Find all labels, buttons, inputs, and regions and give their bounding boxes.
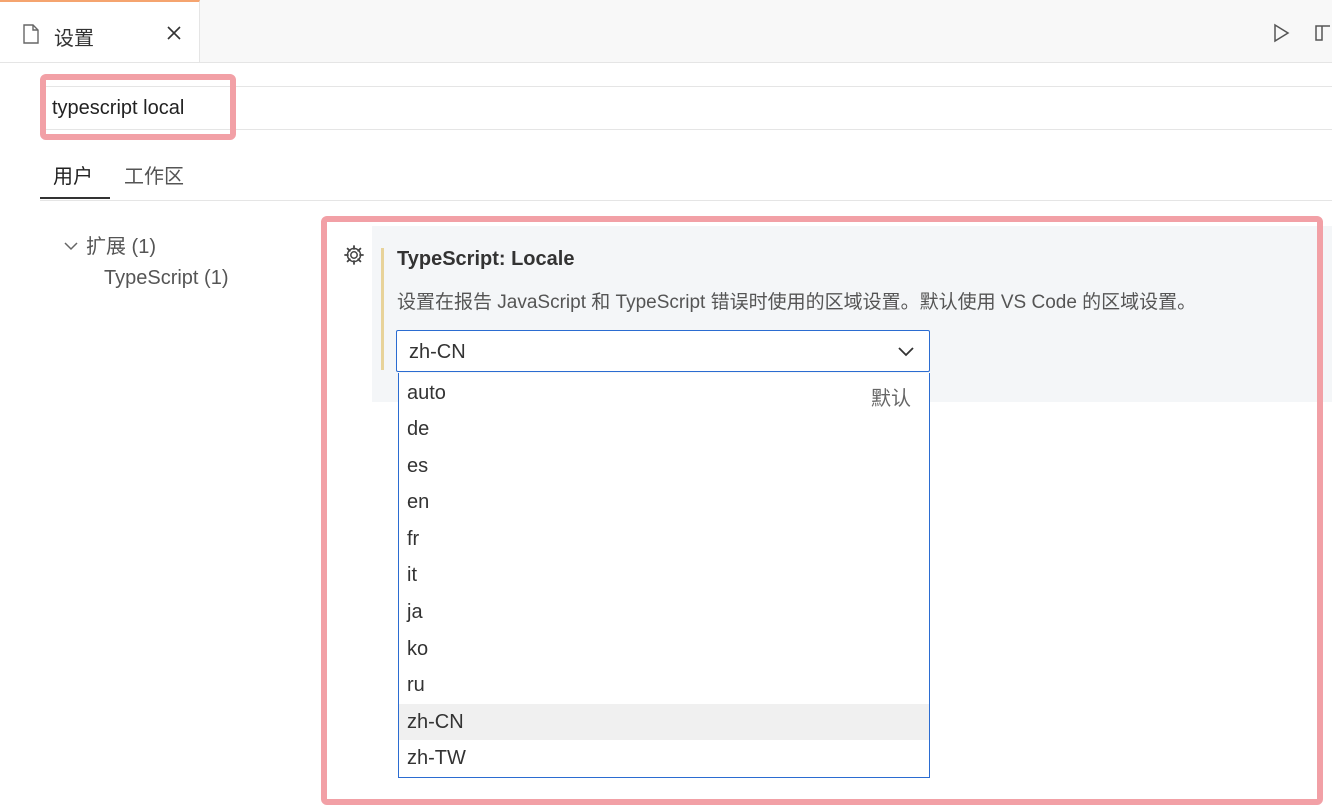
close-icon[interactable] — [163, 22, 185, 44]
settings-search-input[interactable] — [52, 95, 452, 121]
default-badge: 默认 — [871, 388, 911, 410]
dropdown-option-selected[interactable]: zh-CN — [399, 704, 929, 740]
dropdown-option[interactable]: es — [399, 448, 929, 484]
setting-title: TypeScript: Locale — [397, 248, 575, 270]
scope-tab-workspace[interactable]: 工作区 — [124, 160, 184, 189]
settings-search-row — [40, 86, 1332, 130]
scope-tab-user[interactable]: 用户 — [53, 160, 93, 189]
locale-select-value: zh-CN — [409, 341, 466, 363]
tab-settings[interactable]: 设置 — [0, 0, 200, 62]
chevron-down-icon — [898, 347, 914, 357]
dropdown-option[interactable]: de — [399, 411, 929, 447]
tab-label: 设置 — [54, 28, 94, 50]
active-tab-indicator — [40, 197, 110, 199]
locale-dropdown-list: auto 默认 de es en fr it ja ko ru zh-CN zh… — [398, 373, 930, 778]
dropdown-option[interactable]: it — [399, 557, 929, 593]
scope-tabs: 用户 工作区 — [40, 150, 1332, 201]
dropdown-option[interactable]: fr — [399, 521, 929, 557]
chevron-down-icon — [64, 242, 78, 251]
dropdown-option[interactable]: auto 默认 — [399, 375, 929, 411]
tree-item-typescript[interactable]: TypeScript (1) — [104, 267, 228, 290]
setting-description: 设置在报告 JavaScript 和 TypeScript 错误时使用的区域设置… — [397, 292, 1197, 313]
split-editor-icon[interactable] — [1312, 22, 1332, 44]
dropdown-option[interactable]: ja — [399, 594, 929, 630]
tree-group-label: 扩展 (1) — [86, 236, 156, 258]
editor-tab-bar: 设置 — [0, 0, 1332, 63]
modified-indicator — [381, 248, 384, 370]
tree-group-extensions[interactable]: 扩展 (1) — [62, 230, 156, 259]
file-icon — [23, 24, 39, 44]
run-icon[interactable] — [1270, 22, 1292, 44]
dropdown-option[interactable]: ru — [399, 667, 929, 703]
dropdown-option[interactable]: zh-TW — [399, 740, 929, 776]
dropdown-option[interactable]: ko — [399, 631, 929, 667]
dropdown-option[interactable]: en — [399, 484, 929, 520]
gear-icon[interactable] — [342, 243, 366, 267]
locale-select[interactable]: zh-CN — [396, 330, 930, 372]
